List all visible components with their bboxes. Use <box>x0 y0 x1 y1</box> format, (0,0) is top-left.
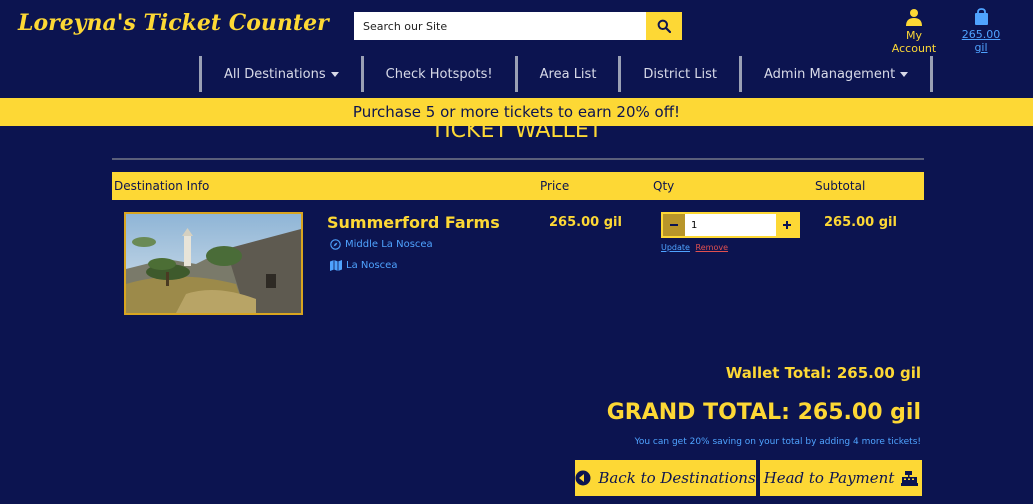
header-price: Price <box>540 179 570 193</box>
search-button[interactable] <box>646 12 682 40</box>
destination-image <box>126 214 301 313</box>
destination-region[interactable]: Middle La Noscea <box>330 239 433 250</box>
user-icon <box>906 9 922 26</box>
destination-area[interactable]: La Noscea <box>330 260 397 271</box>
header-qty: Qty <box>653 179 675 193</box>
promo-banner: Purchase 5 or more tickets to earn 20% o… <box>0 98 1033 126</box>
nav-label: District List <box>643 66 717 82</box>
remove-link[interactable]: Remove <box>696 243 728 252</box>
wallet-total: Wallet Total: 265.00 gil <box>725 364 921 382</box>
search-icon <box>657 19 671 33</box>
nav-label: All Destinations <box>224 66 326 82</box>
destination-thumbnail[interactable] <box>124 212 303 315</box>
nav-area-list[interactable]: Area List <box>514 56 619 92</box>
nav-label: Area List <box>539 66 597 82</box>
destination-name[interactable]: Summerford Farms <box>327 213 500 232</box>
nav-admin-management[interactable]: Admin Management <box>738 56 934 92</box>
arrow-left-circle-icon <box>575 470 591 486</box>
shopping-bag-icon <box>974 8 988 25</box>
nav-check-hotspots[interactable]: Check Hotspots! <box>360 56 515 92</box>
nav-all-destinations[interactable]: All Destinations <box>199 56 361 92</box>
back-button-label: Back to Destinations <box>598 469 756 487</box>
item-price: 265.00 gil <box>549 215 622 230</box>
plus-icon <box>783 221 791 229</box>
header-subtotal: Subtotal <box>815 179 866 193</box>
table-header: Destination Info Price Qty Subtotal <box>112 172 924 200</box>
item-subtotal: 265.00 gil <box>824 215 897 230</box>
divider <box>112 158 924 160</box>
compass-icon <box>330 239 341 250</box>
grand-total: GRAND TOTAL: 265.00 gil <box>606 400 921 425</box>
back-to-destinations-button[interactable]: Back to Destinations <box>575 460 756 496</box>
nav-label: Check Hotspots! <box>385 66 493 82</box>
my-account-label: My Account <box>891 29 937 55</box>
update-link[interactable]: Update <box>661 243 690 252</box>
quantity-stepper <box>661 212 800 238</box>
decrease-button[interactable] <box>663 214 685 236</box>
nav-district-list[interactable]: District List <box>618 56 739 92</box>
increase-button[interactable] <box>776 214 798 236</box>
search-input[interactable] <box>354 12 646 40</box>
area-label: La Noscea <box>346 260 398 271</box>
site-logo[interactable]: Loreyna's Ticket Counter <box>18 10 329 36</box>
cart-total: 265.00 gil <box>961 28 1001 54</box>
quantity-actions: Update Remove <box>661 243 728 252</box>
pay-button-label: Head to Payment <box>763 469 895 487</box>
region-label: Middle La Noscea <box>345 239 433 250</box>
map-icon <box>330 260 342 271</box>
main-nav: All Destinations Check Hotspots! Area Li… <box>199 56 934 92</box>
minus-icon <box>670 224 678 226</box>
nav-label: Admin Management <box>763 66 896 82</box>
head-to-payment-button[interactable]: Head to Payment <box>760 460 922 496</box>
quantity-input[interactable] <box>685 214 776 236</box>
saving-message: You can get 20% saving on your total by … <box>634 437 921 447</box>
caret-down-icon <box>900 71 909 77</box>
caret-down-icon <box>330 71 339 77</box>
cash-register-icon <box>901 470 919 486</box>
my-account-link[interactable]: My Account <box>884 8 944 55</box>
header-destination-info: Destination Info <box>114 179 210 193</box>
search-bar <box>354 12 682 40</box>
cart-link[interactable]: 265.00 gil <box>954 8 1008 54</box>
